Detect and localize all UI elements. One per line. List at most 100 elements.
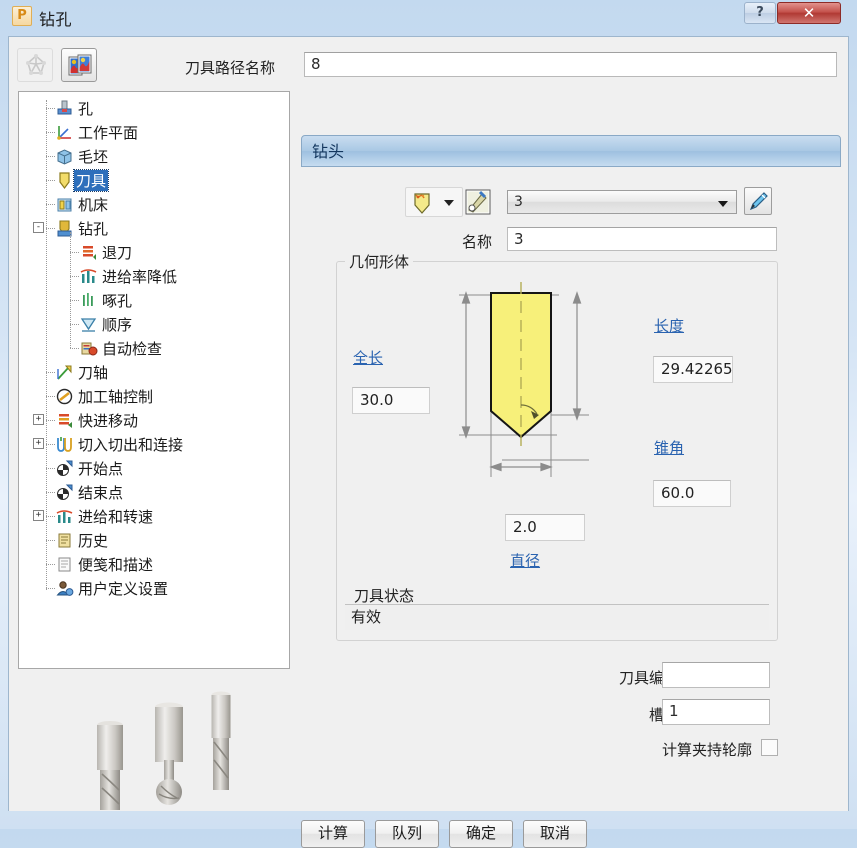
tree-expander[interactable]: - <box>33 222 44 233</box>
drilling-dialog-window: P 钻孔 ? ✕ 刀具路径名称 8 孔 工作平面 毛坯 刀具 机床 - 钻孔 退… <box>0 0 857 848</box>
startpoint-icon <box>55 459 74 478</box>
tree-item-label: 进给和转速 <box>78 507 154 526</box>
tree-item-14[interactable]: 切入切出和连接 <box>55 432 183 456</box>
tree-expander[interactable]: + <box>33 414 44 425</box>
tree-item-5[interactable]: 钻孔 <box>55 216 108 240</box>
tree-item-16[interactable]: 结束点 <box>55 480 123 504</box>
ok-button[interactable]: 确定 <box>449 820 513 848</box>
tree-item-label: 毛坯 <box>78 147 109 166</box>
tree-item-13[interactable]: 快进移动 <box>55 408 138 432</box>
tree-item-17[interactable]: 进给和转速 <box>55 504 153 528</box>
recycle-button[interactable] <box>17 48 53 82</box>
tree-item-7[interactable]: 进给率降低 <box>79 264 177 288</box>
tree-item-12[interactable]: 加工轴控制 <box>55 384 153 408</box>
tree-item-20[interactable]: 用户定义设置 <box>55 576 168 600</box>
toolaxis-icon <box>55 363 74 382</box>
tree-connector <box>46 180 55 181</box>
tool-status-label: 刀具状态 <box>354 587 415 605</box>
order-icon <box>79 315 98 334</box>
tree-connector <box>46 492 55 493</box>
tree-connector <box>46 516 55 517</box>
tree-connector <box>46 564 55 565</box>
tree-item-18[interactable]: 历史 <box>55 528 108 552</box>
tree-item-label: 钻孔 <box>78 219 109 238</box>
usersettings-icon <box>55 579 74 598</box>
length-link-label[interactable]: 长度 <box>654 315 684 336</box>
taper-angle-input[interactable]: 60.0 <box>653 480 731 507</box>
notes-icon <box>55 555 74 574</box>
drilling-icon <box>55 219 74 238</box>
workplane-icon <box>55 123 74 142</box>
settings-tree[interactable]: 孔工作平面毛坯刀具机床 - 钻孔退刀 进给率降低啄孔顺序自动检查 刀轴加工轴控制 + 快进移… <box>18 91 290 669</box>
tree-item-1[interactable]: 工作平面 <box>55 120 138 144</box>
tree-item-11[interactable]: 刀轴 <box>55 360 108 384</box>
tree-item-label: 啄孔 <box>102 291 133 310</box>
tool-select-value: 3 <box>514 194 523 210</box>
tree-connector <box>70 276 79 277</box>
diameter-input[interactable]: 2.0 <box>505 514 585 541</box>
edit-tool-button[interactable] <box>744 187 772 215</box>
flutes-input[interactable]: 1 <box>662 699 770 725</box>
overall-length-link-label[interactable]: 全长 <box>353 347 383 368</box>
tool-icon <box>55 171 74 190</box>
tool-select-combo[interactable]: 3 <box>507 190 737 214</box>
tool-status-value: 有效 <box>345 604 769 630</box>
overall-length-input[interactable]: 30.0 <box>352 387 430 414</box>
peck-icon <box>79 291 98 310</box>
taper-angle-link-label[interactable]: 锥角 <box>654 437 684 458</box>
tree-connector <box>70 252 79 253</box>
tree-item-label: 历史 <box>78 531 109 550</box>
chevron-down-icon <box>444 200 454 206</box>
autocheck-icon <box>79 339 98 358</box>
tree-item-label: 便笺和描述 <box>78 555 154 574</box>
drill-tools-photo <box>69 682 269 812</box>
tree-item-0[interactable]: 孔 <box>55 96 93 120</box>
tree-item-3[interactable]: 刀具 <box>55 168 110 192</box>
endpoint-icon <box>55 483 74 502</box>
tool-number-input[interactable] <box>662 662 770 688</box>
tool-library-icon[interactable] <box>464 188 492 216</box>
tool-name-label: 名称 <box>462 233 493 251</box>
queue-button[interactable]: 队列 <box>375 820 439 848</box>
tree-item-2[interactable]: 毛坯 <box>55 144 108 168</box>
tree-item-10[interactable]: 自动检查 <box>79 336 162 360</box>
diameter-link-label[interactable]: 直径 <box>510 550 540 571</box>
holder-profile-checkbox[interactable] <box>761 739 778 756</box>
tree-item-label: 机床 <box>78 195 109 214</box>
tree-item-15[interactable]: 开始点 <box>55 456 123 480</box>
toolpath-name-input[interactable]: 8 <box>304 52 837 77</box>
drill-geometry-diagram <box>439 277 604 477</box>
tree-connector <box>70 324 79 325</box>
tree-item-8[interactable]: 啄孔 <box>79 288 132 312</box>
tree-item-label: 快进移动 <box>78 411 139 430</box>
help-button[interactable]: ? <box>744 2 776 24</box>
tree-item-label: 切入切出和连接 <box>78 435 184 454</box>
chevron-down-icon <box>718 201 728 207</box>
holder-profile-label: 计算夹持轮廓 <box>661 741 752 759</box>
tree-item-label: 加工轴控制 <box>78 387 154 406</box>
tree-item-9[interactable]: 顺序 <box>79 312 132 336</box>
tree-expander[interactable]: + <box>33 438 44 449</box>
tiles-button[interactable] <box>61 48 97 82</box>
tool-name-input[interactable]: 3 <box>507 227 777 251</box>
tree-connector <box>46 132 55 133</box>
tree-item-label: 顺序 <box>102 315 133 334</box>
hole-icon <box>55 99 74 118</box>
history-icon <box>55 531 74 550</box>
retract-icon <box>79 243 98 262</box>
cancel-button[interactable]: 取消 <box>523 820 587 848</box>
tree-connector <box>46 108 55 109</box>
length-input[interactable]: 29.42265 <box>653 356 733 383</box>
tree-connector <box>70 348 79 349</box>
calculate-button[interactable]: 计算 <box>301 820 365 848</box>
tree-item-6[interactable]: 退刀 <box>79 240 132 264</box>
tree-item-4[interactable]: 机床 <box>55 192 108 216</box>
tree-connector <box>46 156 55 157</box>
pencil-edit-icon <box>748 191 769 216</box>
close-button[interactable]: ✕ <box>777 2 841 24</box>
tree-item-19[interactable]: 便笺和描述 <box>55 552 153 576</box>
rapidmove-icon <box>55 411 74 430</box>
tree-expander[interactable]: + <box>33 510 44 521</box>
tree-item-label: 刀具 <box>72 168 110 192</box>
tool-type-dropdown-button[interactable] <box>405 187 463 217</box>
